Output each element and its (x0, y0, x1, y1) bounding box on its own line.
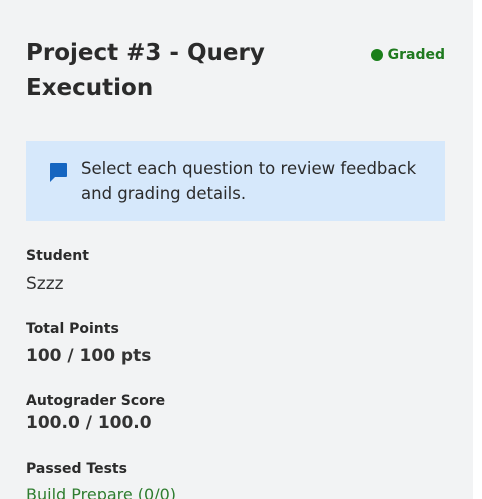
passed-test-link[interactable]: Build Prepare (0/0) (26, 484, 446, 499)
notice-text: Select each question to review feedback … (81, 159, 417, 203)
student-value: Szzz (26, 274, 64, 294)
autograder-value: 100.0 / 100.0 (26, 413, 152, 433)
submission-sidebar: Project #3 - Query Execution Graded Sele… (0, 0, 473, 499)
info-notice: Select each question to review feedback … (26, 141, 445, 221)
status-label: Graded (387, 47, 445, 63)
comment-icon (50, 163, 67, 182)
student-field: Student Szzz (26, 247, 446, 296)
total-points-field: Total Points 100 / 100 pts (26, 320, 446, 368)
passed-tests-label: Passed Tests (26, 461, 127, 477)
status-dot-icon (370, 49, 383, 61)
panel-divider (473, 0, 482, 499)
status-badge: Graded (370, 47, 445, 63)
autograder-field: Autograder Score 100.0 / 100.0 (26, 392, 446, 435)
total-points-label: Total Points (26, 321, 119, 337)
autograder-label: Autograder Score (26, 393, 166, 409)
student-label: Student (26, 248, 89, 264)
passed-tests-field: Passed Tests Build Prepare (0/0) (26, 460, 446, 499)
submission-header: Project #3 - Query Execution Graded (26, 36, 446, 106)
assignment-title: Project #3 - Query Execution (26, 40, 265, 101)
total-points-value: 100 / 100 pts (26, 346, 152, 366)
